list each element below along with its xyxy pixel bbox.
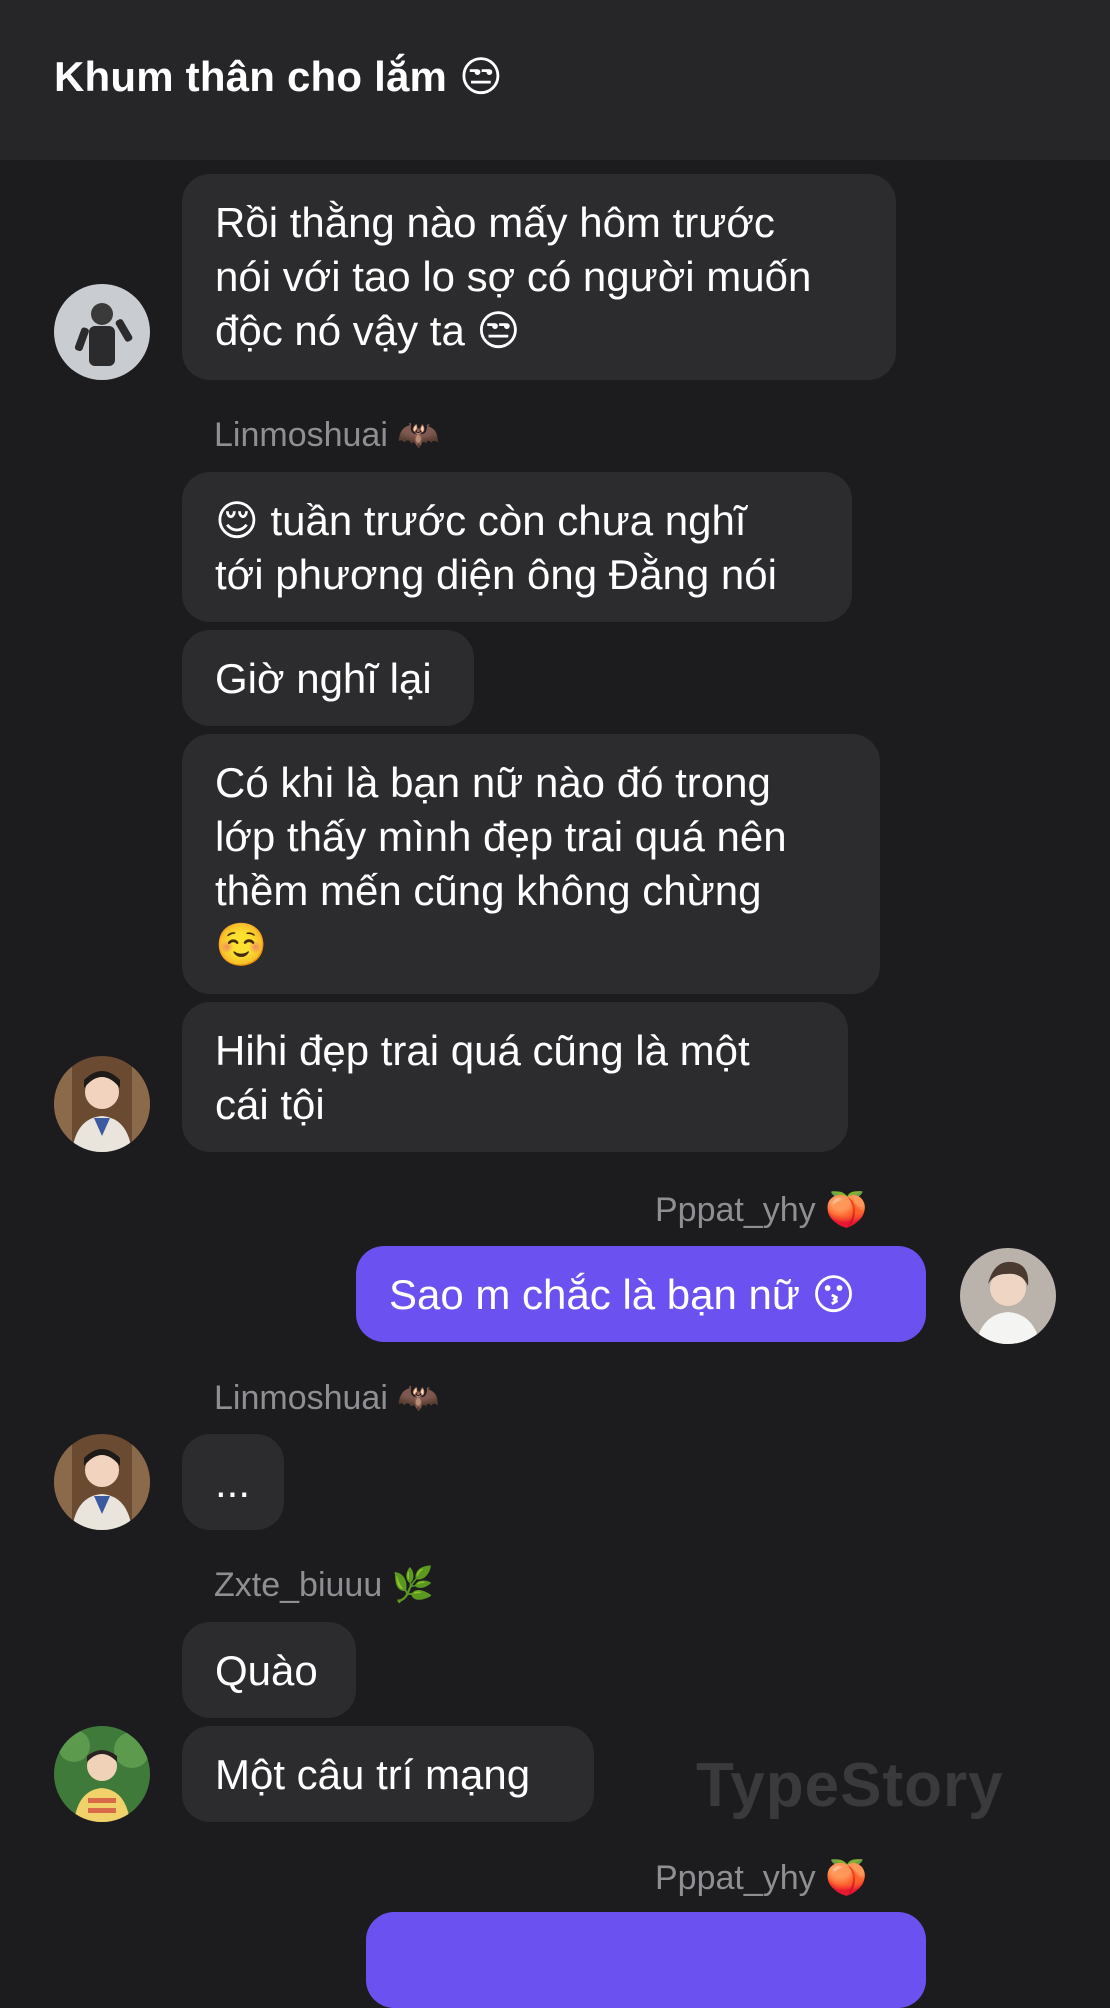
message-bubble[interactable]: ... <box>182 1434 284 1530</box>
message-bubble[interactable]: Có khi là bạn nữ nào đó trong lớp thấy m… <box>182 734 880 994</box>
chat-title: Khum thân cho lắm 😒 <box>54 53 503 100</box>
avatar-image <box>54 1434 150 1530</box>
sender-name: Zxte_biuuu 🌿 <box>214 1566 435 1604</box>
watermark: TypeStory <box>696 1751 1004 1820</box>
avatar-image <box>54 1726 150 1822</box>
message-bubble[interactable]: Rồi thằng nào mấy hôm trước nói với tao … <box>182 174 896 380</box>
sender-name: Linmoshuai 🦇 <box>214 416 440 454</box>
avatar[interactable] <box>54 1056 150 1152</box>
avatar[interactable] <box>54 1726 150 1822</box>
message-bubble-outgoing[interactable]: Sao m chắc là bạn nữ 😗 <box>356 1246 926 1342</box>
chat-header: Khum thân cho lắm 😒 <box>0 0 1110 160</box>
sender-name: Linmoshuai 🦇 <box>214 1379 440 1417</box>
message-bubble[interactable]: Một câu trí mạng <box>182 1726 594 1822</box>
avatar[interactable] <box>54 284 150 380</box>
message-bubble[interactable]: Quào <box>182 1622 356 1718</box>
avatar-image <box>54 284 150 380</box>
message-bubble[interactable]: Hihi đẹp trai quá cũng là một cái tội <box>182 1002 848 1152</box>
avatar-image <box>960 1248 1056 1344</box>
avatar-image <box>54 1056 150 1152</box>
message-list[interactable]: Rồi thằng nào mấy hôm trước nói với tao … <box>0 160 1110 2008</box>
avatar[interactable] <box>960 1248 1056 1344</box>
message-bubble[interactable]: Giờ nghĩ lại <box>182 630 474 726</box>
message-bubble-outgoing-partial[interactable] <box>366 1912 926 2008</box>
avatar[interactable] <box>54 1434 150 1530</box>
sender-name: Pppat_yhy 🍑 <box>655 1859 868 1897</box>
message-bubble[interactable]: 😌 tuần trước còn chưa nghĩ tới phương di… <box>182 472 852 622</box>
sender-name: Pppat_yhy 🍑 <box>655 1191 868 1229</box>
